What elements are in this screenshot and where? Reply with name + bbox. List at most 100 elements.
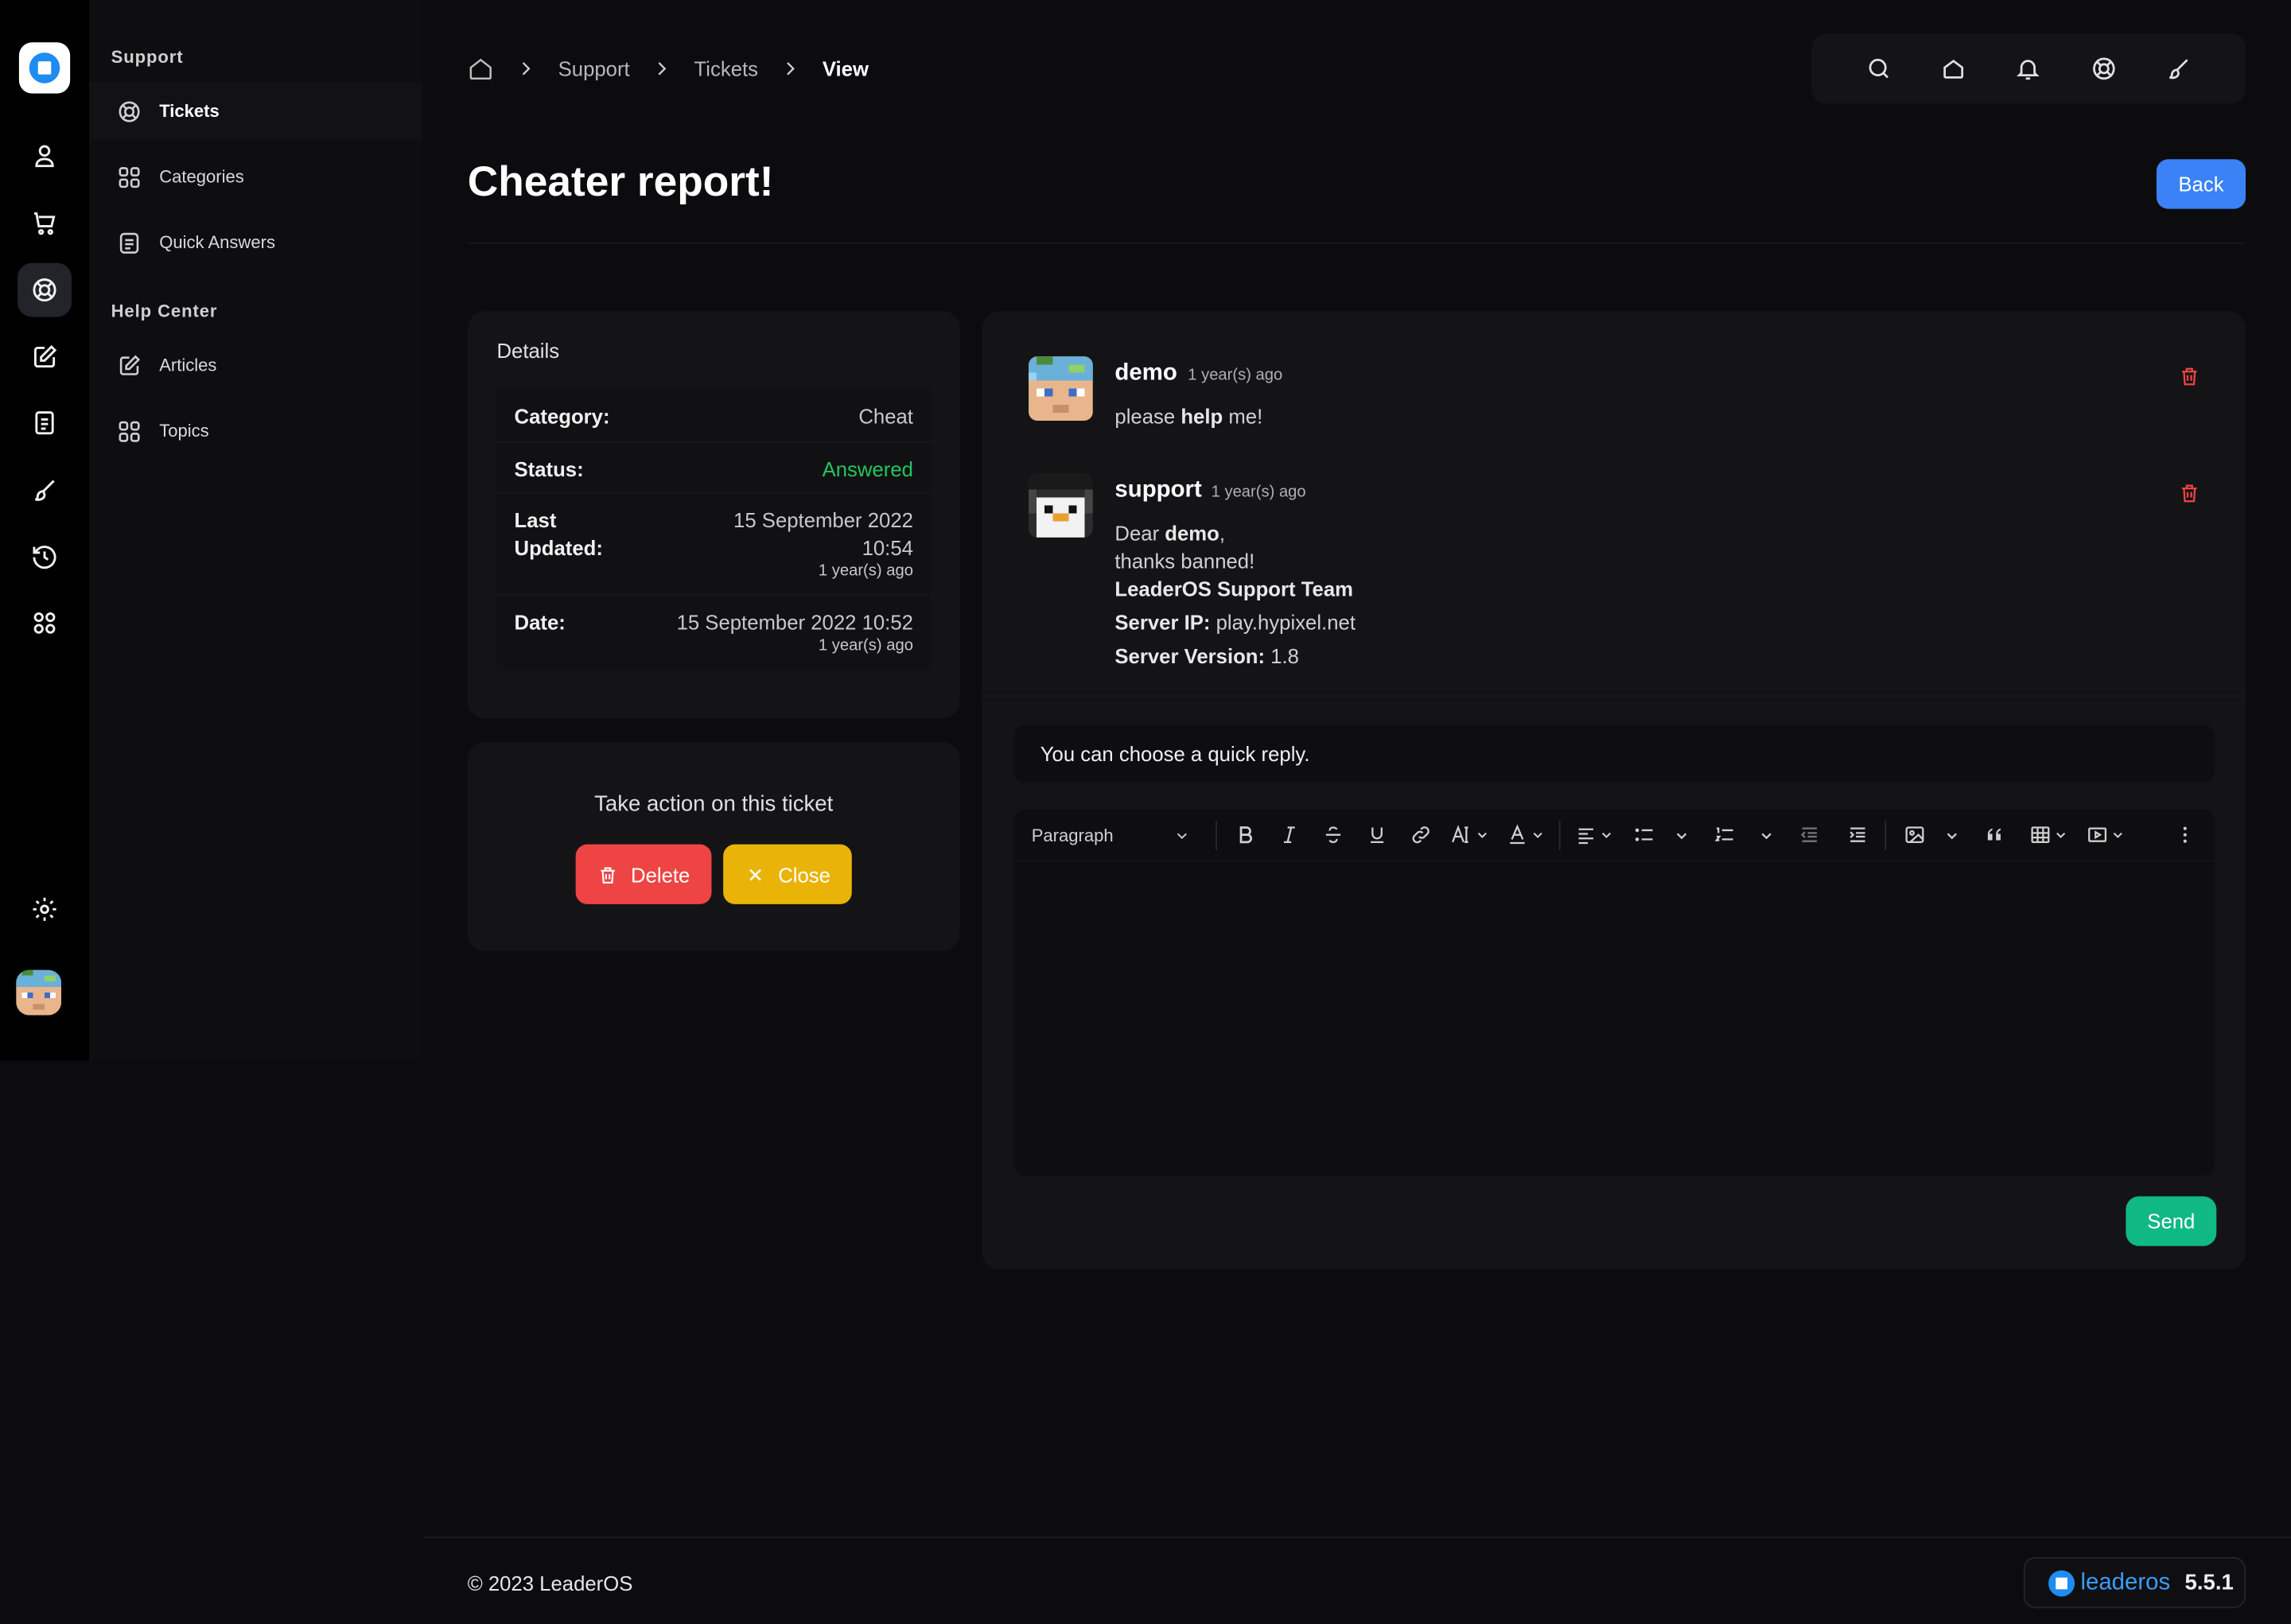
version-badge[interactable]: leaderos 5.5.1: [2023, 1556, 2246, 1609]
align-dropdown[interactable]: [1566, 824, 1622, 846]
lifebuoy-icon: [2092, 57, 2115, 80]
detail-row-category: Category: Cheat: [496, 388, 931, 443]
close-ticket-button[interactable]: Close: [723, 844, 852, 904]
message-body: please help me!: [1114, 403, 1262, 431]
home-icon: [1943, 59, 1964, 79]
message-text: Dear: [1114, 521, 1165, 546]
blockquote-button[interactable]: [1968, 824, 2021, 846]
outdent-button[interactable]: [1783, 824, 1835, 846]
user-icon: [35, 145, 54, 168]
chevron-down-icon: [2056, 832, 2066, 838]
app-logo[interactable]: [18, 42, 71, 94]
rail-theme-button[interactable]: [18, 463, 72, 517]
paragraph-label: Paragraph: [1031, 824, 1114, 845]
bullet-list-icon: [1634, 828, 1652, 841]
cart-icon: [33, 212, 56, 235]
visit-site-button[interactable]: [1940, 56, 1966, 82]
top-actions-bar: [1811, 33, 2246, 104]
breadcrumb-home-link[interactable]: [468, 56, 494, 82]
numbered-list-options[interactable]: [1750, 827, 1782, 841]
status-badge: Answered: [822, 457, 913, 481]
image-options[interactable]: [1936, 827, 1968, 841]
bold-button[interactable]: [1223, 824, 1266, 846]
rail-logs-button[interactable]: [18, 530, 72, 585]
message-text: ,: [1219, 521, 1226, 546]
bullet-list-options[interactable]: [1666, 827, 1698, 841]
chevron-down-icon: [1533, 832, 1542, 838]
search-button[interactable]: [1865, 56, 1892, 82]
font-size-dropdown[interactable]: [1442, 824, 1498, 846]
numbered-list-button[interactable]: [1698, 824, 1750, 846]
edit-icon: [119, 354, 141, 375]
message-text: thanks banned!: [1114, 549, 1255, 573]
back-button[interactable]: Back: [2156, 159, 2246, 209]
sidebar-item-topics[interactable]: Topics: [89, 402, 422, 460]
toolbar-divider: [1216, 820, 1217, 850]
copyright-text: © 2023 LeaderOS: [467, 1572, 633, 1595]
sidebar-item-categories[interactable]: Categories: [89, 148, 422, 206]
send-button[interactable]: Send: [2126, 1196, 2217, 1246]
grid-icon: [119, 166, 140, 188]
more-options-button[interactable]: [2162, 824, 2206, 846]
outdent-icon: [1800, 827, 1817, 842]
sidebar-item-quick-answers[interactable]: Quick Answers: [89, 213, 422, 271]
strikethrough-button[interactable]: [1311, 824, 1355, 846]
reply-editor[interactable]: Paragraph: [1013, 809, 2215, 1176]
history-icon: [33, 546, 56, 569]
message-text-bold: help: [1181, 404, 1223, 429]
detail-label: Updated:: [514, 536, 603, 560]
delete-message-button[interactable]: [2179, 482, 2201, 504]
underline-button[interactable]: [1355, 824, 1398, 846]
brush-icon: [2169, 59, 2188, 80]
indent-icon: [1849, 827, 1865, 842]
detail-relative-time: 1 year(s) ago: [818, 562, 913, 581]
rail-pages-button[interactable]: [18, 396, 72, 450]
media-icon: [2088, 827, 2107, 842]
editor-toolbar: Paragraph: [1013, 810, 2215, 862]
divider: [467, 242, 2246, 244]
details-title: Details: [496, 339, 560, 363]
icon-rail: [0, 0, 90, 1061]
media-dropdown[interactable]: [2076, 824, 2134, 846]
rail-blog-button[interactable]: [18, 330, 72, 384]
link-button[interactable]: [1398, 824, 1442, 846]
sidebar-item-tickets[interactable]: Tickets: [89, 81, 422, 141]
document-icon: [119, 231, 139, 253]
message-time: 1 year(s) ago: [1188, 367, 1283, 385]
rail-store-button[interactable]: [18, 196, 72, 250]
image-button[interactable]: [1892, 824, 1936, 846]
rail-settings-button[interactable]: [18, 882, 72, 936]
quick-reply-select[interactable]: You can choose a quick reply.: [1013, 725, 2215, 783]
delete-ticket-button[interactable]: Delete: [575, 844, 712, 904]
font-color-dropdown[interactable]: [1498, 824, 1554, 846]
avatar: [1029, 356, 1093, 421]
detail-value: Cheat: [858, 404, 913, 429]
theme-button[interactable]: [2165, 56, 2192, 82]
divider: [982, 695, 2246, 697]
chevron-right-icon: [658, 62, 667, 76]
rail-modules-button[interactable]: [18, 596, 72, 650]
table-dropdown[interactable]: [2021, 824, 2076, 846]
bullet-list-button[interactable]: [1622, 824, 1666, 846]
paragraph-dropdown[interactable]: Paragraph: [1032, 825, 1189, 845]
sidebar-section-support: Support: [111, 46, 184, 68]
indent-button[interactable]: [1835, 824, 1879, 846]
sidebar-item-articles[interactable]: Articles: [89, 336, 422, 394]
breadcrumb-support-link[interactable]: Support: [558, 57, 630, 80]
message-text: please: [1114, 404, 1181, 429]
rail-support-button[interactable]: [18, 262, 72, 317]
message-text-bold: Server IP:: [1114, 610, 1211, 635]
notifications-button[interactable]: [2016, 56, 2042, 82]
lifebuoy-icon: [33, 278, 56, 302]
italic-button[interactable]: [1266, 824, 1310, 846]
detail-label: Category:: [514, 404, 610, 429]
detail-row-last-updated: Last Updated: 15 September 2022 10:54 1 …: [496, 493, 931, 596]
message-text: play.hypixel.net: [1210, 610, 1356, 635]
current-user-avatar[interactable]: [16, 969, 62, 1016]
breadcrumb-tickets-link[interactable]: Tickets: [694, 57, 758, 80]
delete-message-button[interactable]: [2179, 365, 2201, 387]
chevron-down-icon: [1676, 832, 1687, 839]
sidebar-item-label: Tickets: [159, 100, 220, 122]
support-button[interactable]: [2091, 56, 2117, 82]
rail-users-button[interactable]: [18, 129, 72, 183]
